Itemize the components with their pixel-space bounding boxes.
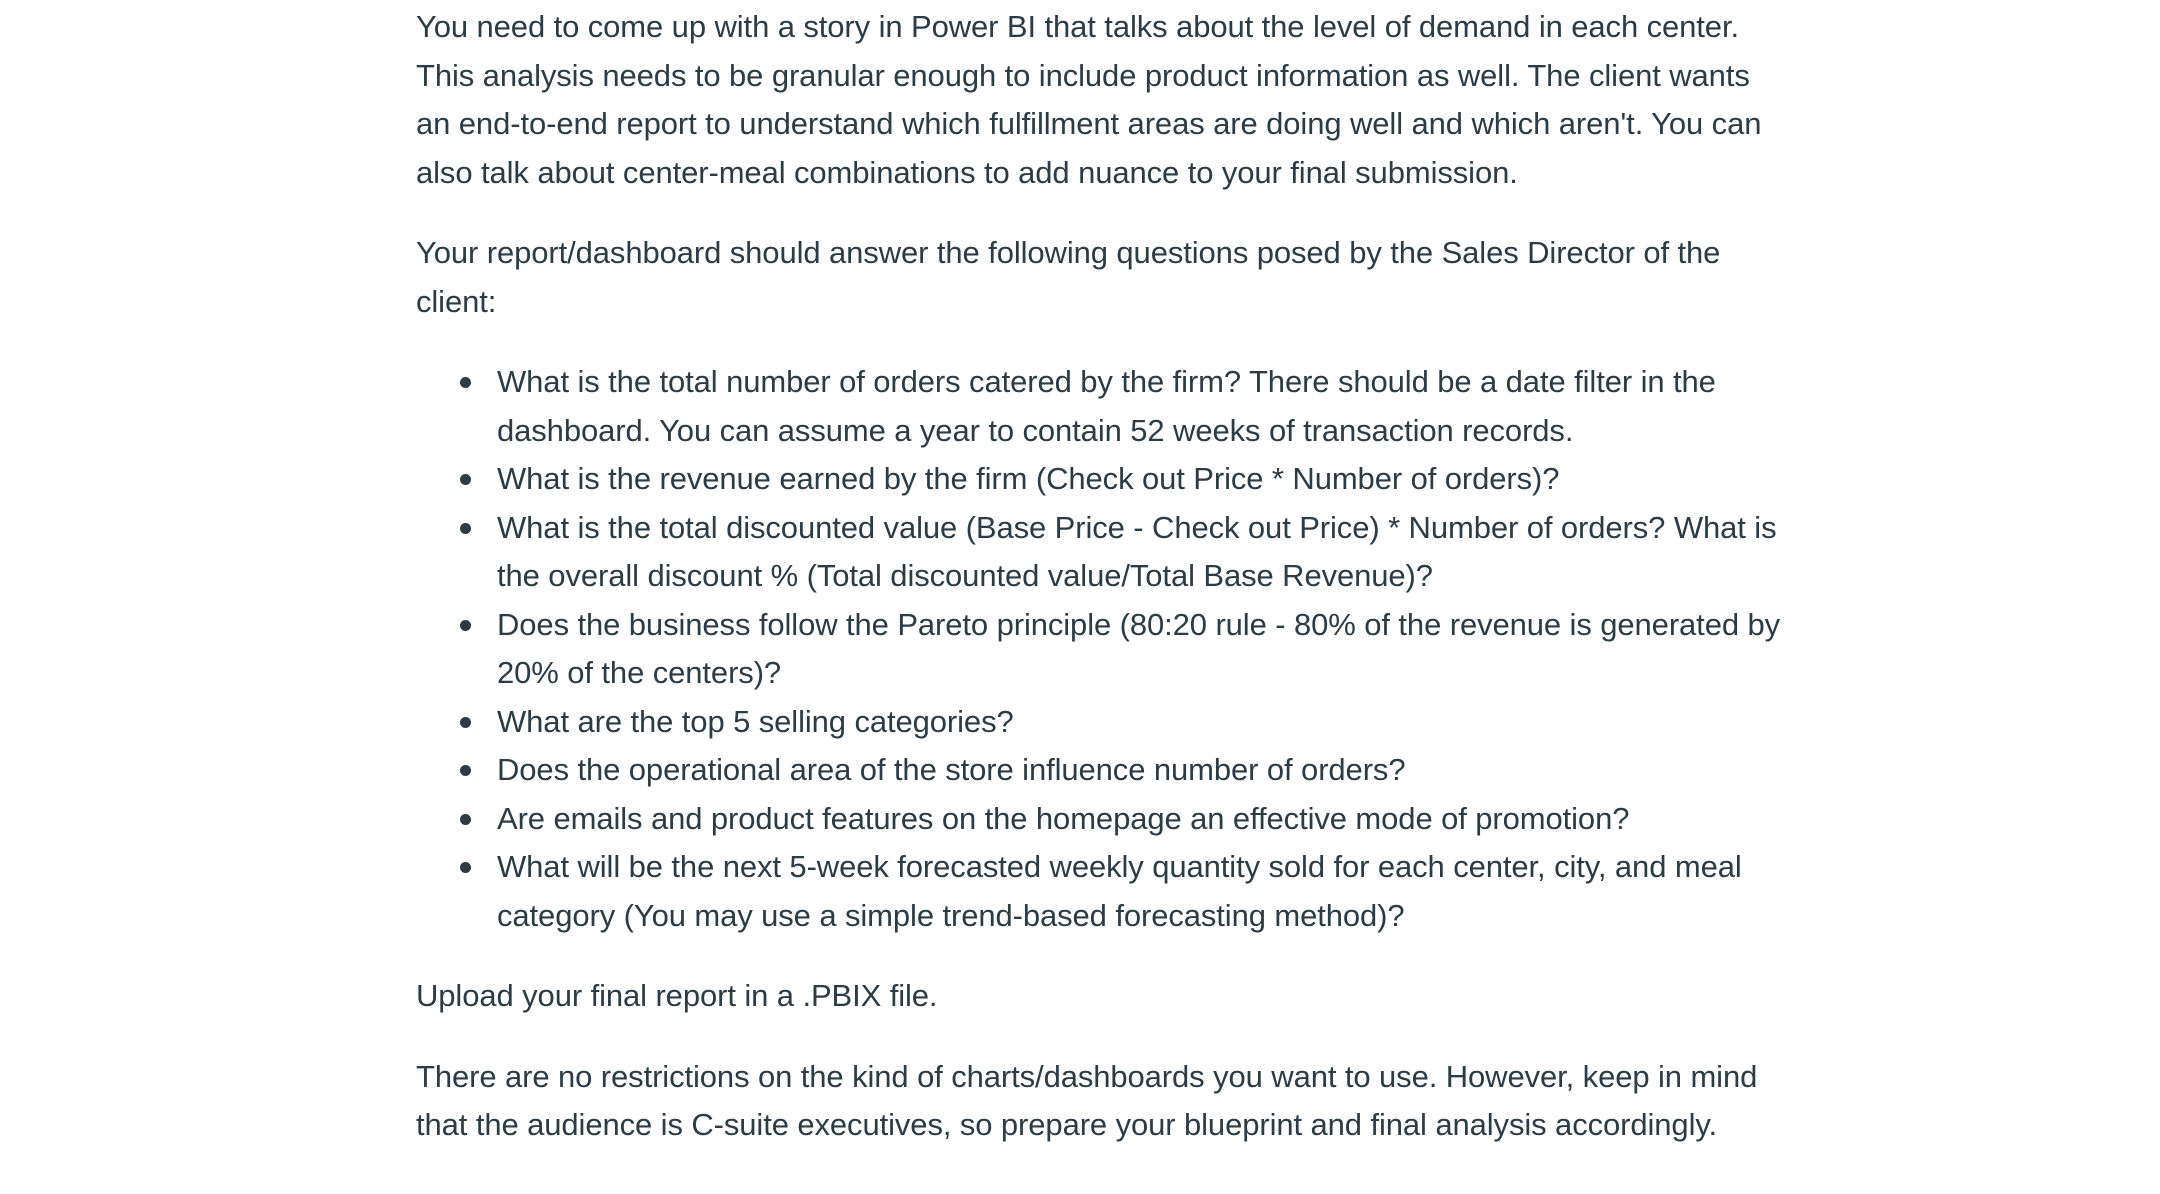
list-item: Are emails and product features on the h… xyxy=(460,795,1786,844)
list-item-text: What are the top 5 selling categories? xyxy=(497,703,1014,739)
list-item: What is the total discounted value (Base… xyxy=(460,504,1786,601)
closing-paragraph: There are no restrictions on the kind of… xyxy=(416,1058,1758,1143)
assignment-content: You need to come up with a story in Powe… xyxy=(416,3,1786,1150)
list-item-text: What is the revenue earned by the firm (… xyxy=(497,461,1560,496)
bullet-icon xyxy=(460,377,471,388)
list-item-text: Are emails and product features on the h… xyxy=(497,800,1630,836)
list-item-text: Does the operational area of the store i… xyxy=(497,752,1406,787)
list-item-text: What is the total discounted value (Base… xyxy=(497,509,1777,594)
list-item-text: Does the business follow the Pareto prin… xyxy=(497,606,1781,691)
bullet-icon xyxy=(460,716,471,728)
list-item-text: What is the total number of orders cater… xyxy=(497,364,1716,448)
questions-list: What is the total number of orders cater… xyxy=(416,358,1786,940)
list-item: What is the revenue earned by the firm (… xyxy=(460,455,1786,504)
bullet-icon xyxy=(460,619,471,631)
list-item: What will be the next 5-week forecasted … xyxy=(460,843,1786,940)
intro-paragraph: You need to come up with a story in Powe… xyxy=(416,9,1762,190)
list-item: Does the business follow the Pareto prin… xyxy=(460,601,1786,698)
bullet-icon xyxy=(460,522,471,534)
bullet-icon xyxy=(460,765,471,776)
upload-paragraph: Upload your final report in a .PBIX file… xyxy=(416,978,938,1013)
list-item: What are the top 5 selling categories? xyxy=(460,698,1786,747)
questions-lead-paragraph: Your report/dashboard should answer the … xyxy=(416,235,1721,319)
list-item: Does the operational area of the store i… xyxy=(460,746,1786,795)
bullet-icon xyxy=(460,862,471,873)
bullet-icon xyxy=(460,474,471,485)
list-item-text: What will be the next 5-week forecasted … xyxy=(497,849,1742,933)
list-item: What is the total number of orders cater… xyxy=(460,358,1786,455)
bullet-icon xyxy=(460,813,471,825)
